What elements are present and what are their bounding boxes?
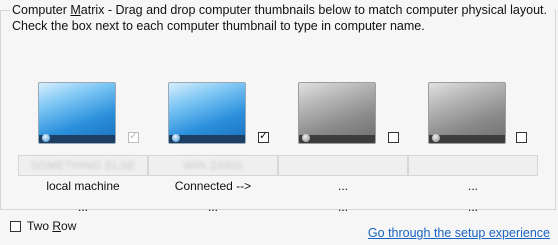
computer-checkbox[interactable]: ✓	[258, 130, 269, 143]
computer-status-label: ...	[337, 179, 348, 193]
computer-name-value: WIN ZANG	[183, 159, 243, 172]
computer-thumbnail[interactable]	[168, 82, 246, 148]
computer-status-label: local machine	[46, 179, 120, 193]
start-orb-icon	[302, 134, 310, 142]
computer-extra-label: ...	[467, 200, 478, 214]
computer-checkbox[interactable]	[388, 132, 399, 143]
start-orb-icon	[172, 134, 180, 142]
computer-name-field	[408, 155, 538, 176]
computer-slot-3: ... ...	[278, 82, 408, 222]
computer-name-field[interactable]: WIN ZANG	[148, 155, 278, 176]
two-row-checkbox[interactable]	[10, 220, 21, 232]
taskbar	[429, 135, 505, 143]
start-orb-icon	[432, 134, 440, 142]
computer-status-label: ...	[467, 179, 478, 193]
computer-status-label: Connected -->	[174, 179, 252, 193]
checkmark-icon: ✓	[129, 130, 139, 142]
two-row-label: Two Row	[27, 219, 77, 233]
computer-extra-label: ...	[77, 200, 88, 214]
computer-name-field: SOMETHING ELSE	[18, 155, 148, 176]
computer-extra-label: ...	[207, 200, 218, 214]
computer-slot-2: ✓ WIN ZANG Connected --> ...	[148, 82, 278, 222]
computer-extra-label: ...	[337, 200, 348, 214]
computer-checkbox: ✓	[128, 130, 139, 143]
computer-name-value: SOMETHING ELSE	[30, 159, 136, 172]
monitor-screen-icon	[38, 82, 116, 144]
computer-slot-local: ✓ SOMETHING ELSE local machine ...	[18, 82, 148, 222]
monitor-screen-icon	[298, 82, 376, 144]
computer-thumbnail[interactable]	[428, 82, 506, 148]
start-orb-icon	[42, 134, 50, 142]
computer-checkbox[interactable]	[516, 132, 527, 143]
checkmark-icon: ✓	[259, 130, 269, 142]
two-row-option[interactable]: Two Row	[10, 219, 76, 233]
computer-thumbnail[interactable]	[38, 82, 116, 148]
computer-slot-4: ... ...	[408, 82, 538, 222]
monitor-screen-icon	[428, 82, 506, 144]
setup-experience-link[interactable]: Go through the setup experience	[368, 226, 550, 240]
computer-slots: ✓ SOMETHING ELSE local machine ... ✓ WIN…	[0, 0, 558, 245]
taskbar	[299, 135, 375, 143]
taskbar	[169, 135, 245, 143]
monitor-screen-icon	[168, 82, 246, 144]
computer-name-field	[278, 155, 408, 176]
computer-thumbnail[interactable]	[298, 82, 376, 148]
taskbar	[39, 135, 115, 143]
